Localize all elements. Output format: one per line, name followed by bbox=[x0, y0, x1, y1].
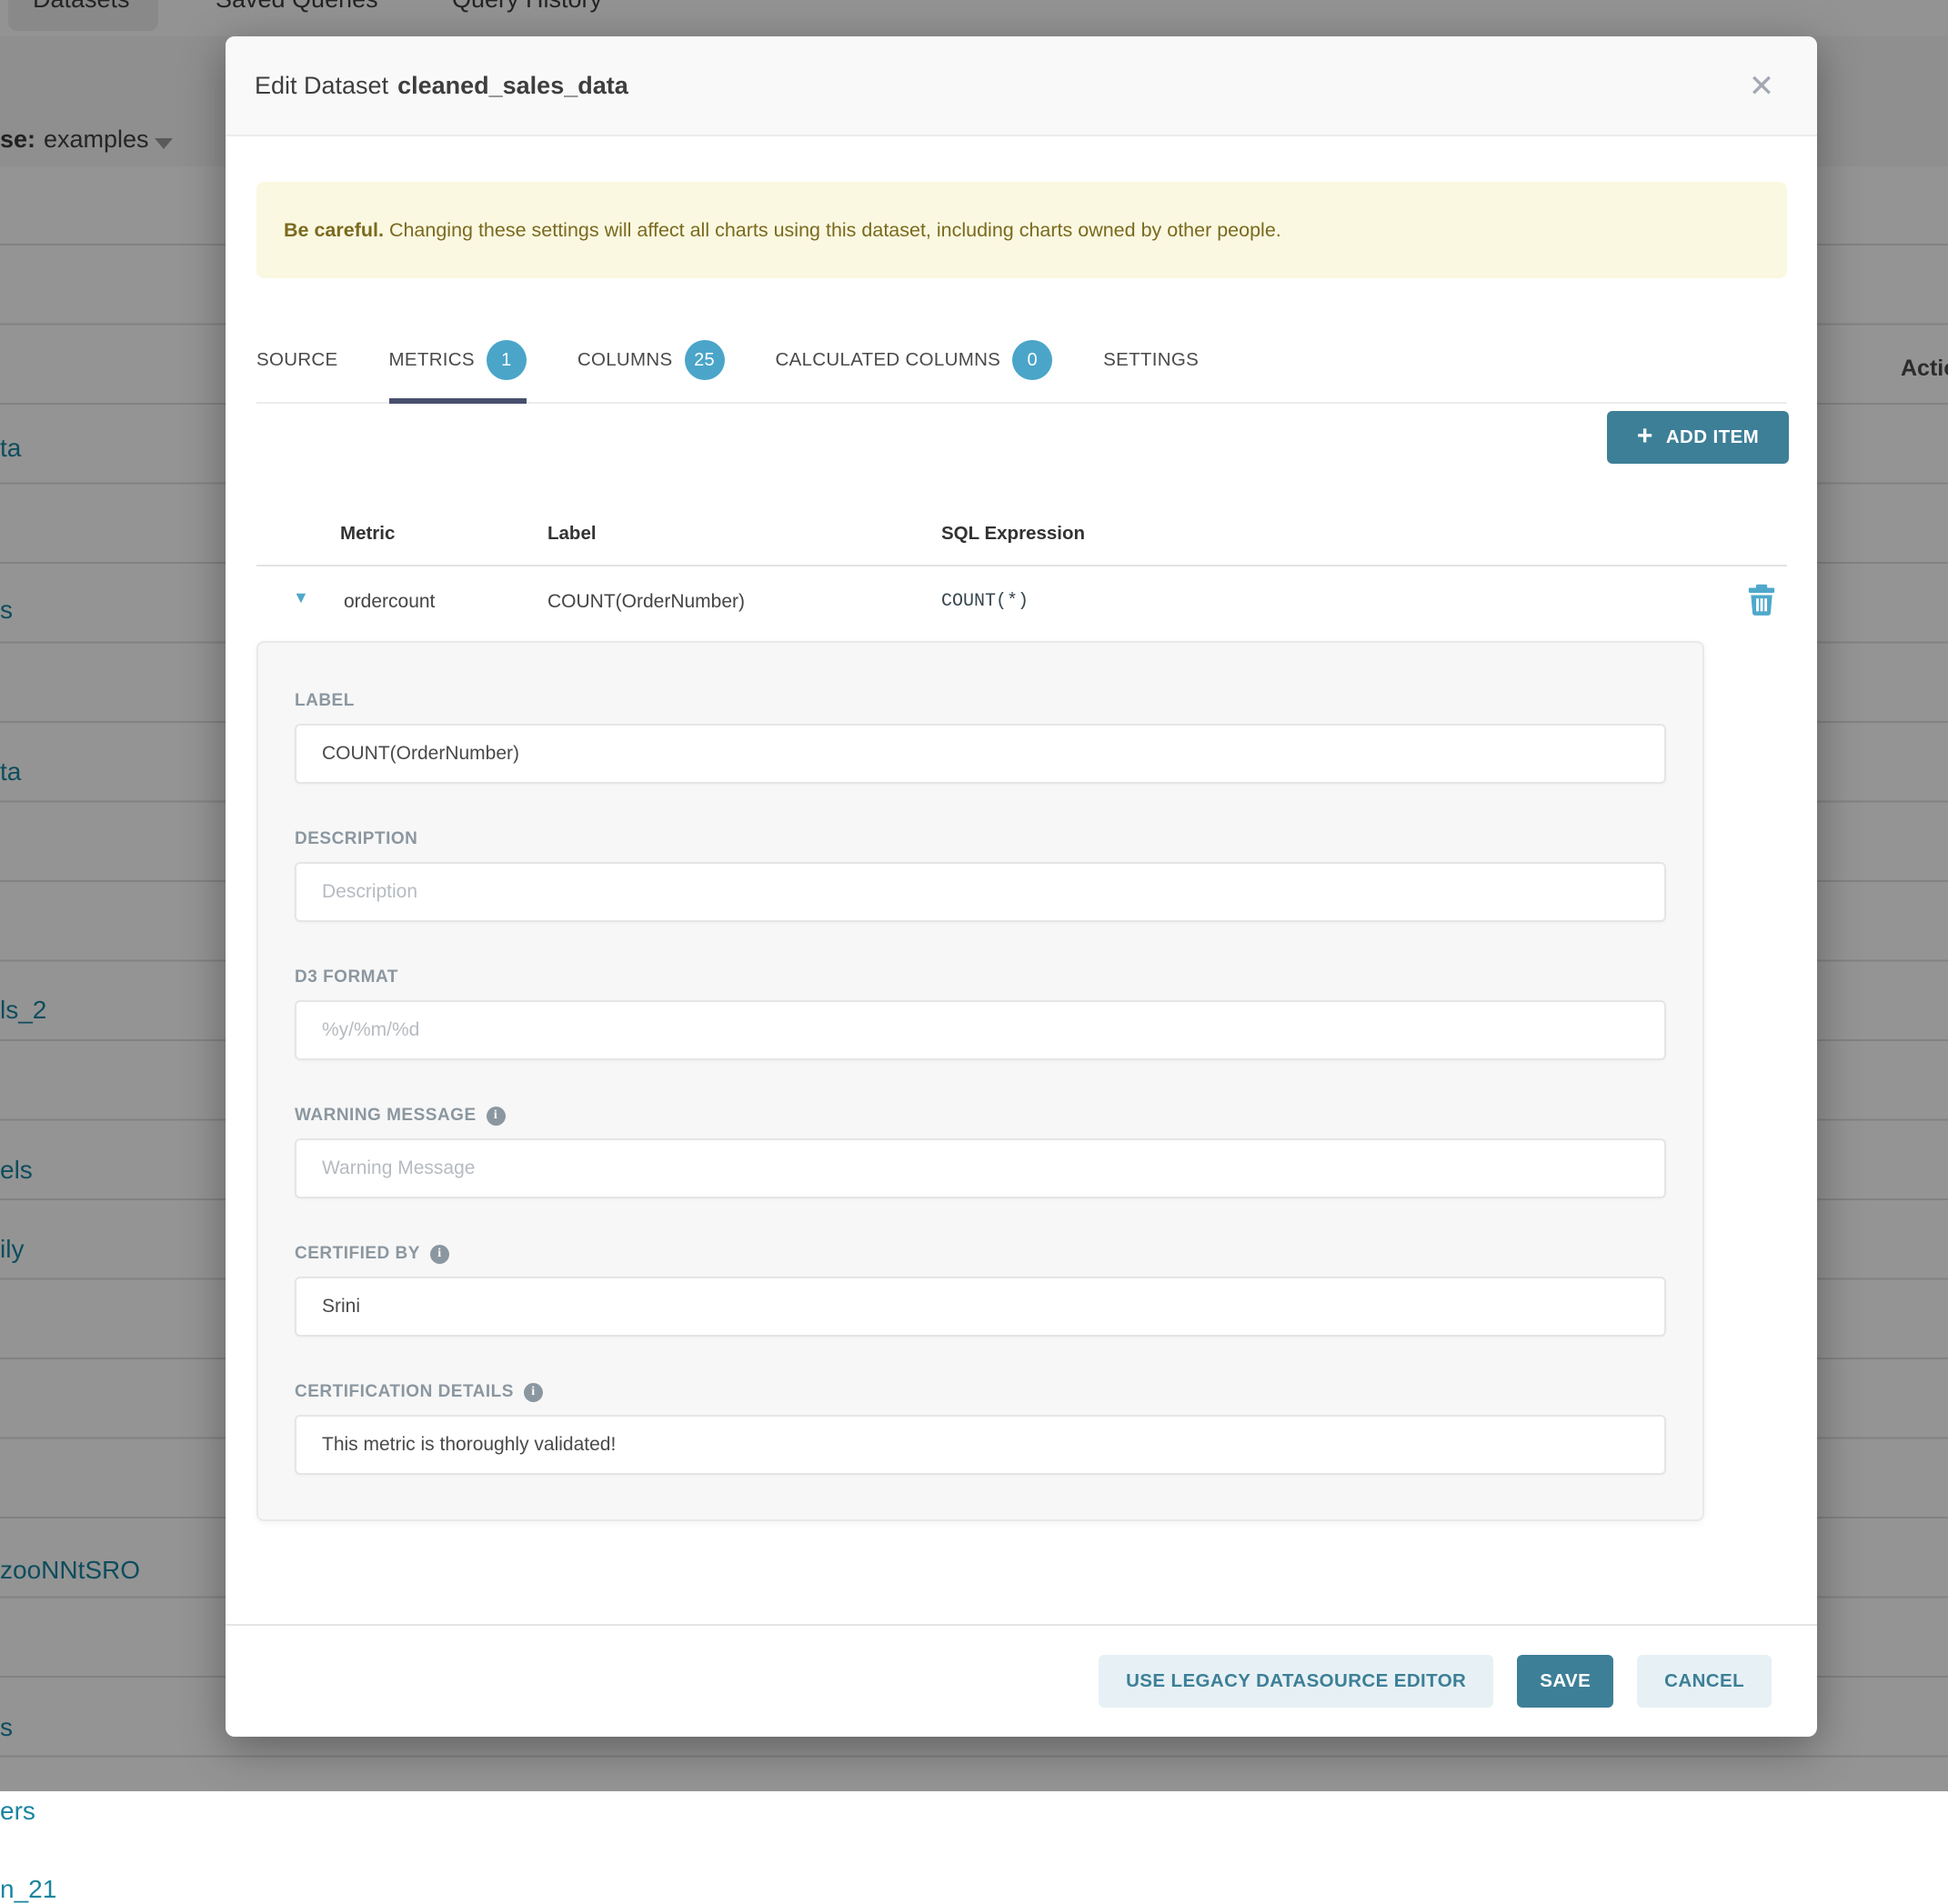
label-field-label: LABEL bbox=[295, 691, 1666, 711]
d3-format-input[interactable] bbox=[295, 1000, 1666, 1060]
info-icon[interactable]: i bbox=[524, 1383, 543, 1402]
collapse-caret-icon[interactable]: ▼ bbox=[293, 589, 309, 606]
description-input[interactable] bbox=[295, 862, 1666, 922]
field-description: DESCRIPTION bbox=[295, 829, 1666, 922]
field-label: LABEL bbox=[295, 691, 1666, 784]
metric-sql-expression: COUNT(*) bbox=[941, 591, 1029, 612]
d3-format-field-label-text: D3 FORMAT bbox=[295, 967, 398, 987]
field-warning-message: WARNING MESSAGE i bbox=[295, 1106, 1666, 1198]
info-icon[interactable]: i bbox=[487, 1107, 506, 1126]
add-item-button[interactable]: + ADD ITEM bbox=[1607, 411, 1789, 464]
warning-banner: Be careful. Changing these settings will… bbox=[256, 182, 1787, 278]
description-field-label: DESCRIPTION bbox=[295, 829, 1666, 849]
add-item-label: ADD ITEM bbox=[1666, 426, 1759, 448]
tab-source-label: SOURCE bbox=[256, 349, 338, 371]
warning-message-input[interactable] bbox=[295, 1138, 1666, 1198]
cancel-button[interactable]: CANCEL bbox=[1637, 1655, 1772, 1708]
warning-message-field-label: WARNING MESSAGE i bbox=[295, 1106, 1666, 1126]
metrics-count-badge: 1 bbox=[487, 340, 527, 380]
metrics-table-divider bbox=[256, 565, 1787, 566]
certified-by-field-label: CERTIFIED BY i bbox=[295, 1244, 1666, 1264]
warning-message-field-label-text: WARNING MESSAGE bbox=[295, 1106, 477, 1126]
calculated-columns-count-badge: 0 bbox=[1012, 340, 1052, 380]
certified-by-input[interactable] bbox=[295, 1277, 1666, 1337]
tab-columns[interactable]: COLUMNS 25 bbox=[577, 318, 725, 402]
dataset-link-fragment[interactable]: ers bbox=[0, 1797, 35, 1826]
close-icon[interactable]: ✕ bbox=[1730, 36, 1793, 136]
label-field-label-text: LABEL bbox=[295, 691, 355, 711]
use-legacy-datasource-editor-button[interactable]: USE LEGACY DATASOURCE EDITOR bbox=[1099, 1655, 1493, 1708]
certification-details-input[interactable] bbox=[295, 1415, 1666, 1475]
warning-banner-message: Changing these settings will affect all … bbox=[389, 219, 1281, 242]
metric-name: ordercount bbox=[344, 591, 435, 613]
label-input[interactable] bbox=[295, 724, 1666, 784]
tab-columns-label: COLUMNS bbox=[577, 349, 673, 371]
tab-metrics[interactable]: METRICS 1 bbox=[389, 318, 527, 402]
tab-settings[interactable]: SETTINGS bbox=[1103, 318, 1199, 402]
trash-icon[interactable] bbox=[1746, 584, 1777, 618]
field-certified-by: CERTIFIED BY i bbox=[295, 1244, 1666, 1337]
modal-title-dataset-name: cleaned_sales_data bbox=[397, 72, 628, 99]
modal-footer: USE LEGACY DATASOURCE EDITOR SAVE CANCEL bbox=[226, 1626, 1817, 1737]
tab-calculated-columns-label: CALCULATED COLUMNS bbox=[776, 349, 1001, 371]
plus-icon: + bbox=[1637, 423, 1653, 450]
description-field-label-text: DESCRIPTION bbox=[295, 829, 417, 849]
info-icon[interactable]: i bbox=[430, 1245, 449, 1264]
columns-count-badge: 25 bbox=[685, 340, 725, 380]
modal-title-prefix: Edit Dataset bbox=[255, 72, 388, 99]
tab-source[interactable]: SOURCE bbox=[256, 318, 338, 402]
certified-by-field-label-text: CERTIFIED BY bbox=[295, 1244, 420, 1264]
d3-format-field-label: D3 FORMAT bbox=[295, 967, 1666, 987]
modal-title: Edit Dataset cleaned_sales_data bbox=[255, 72, 628, 100]
certification-details-field-label-text: CERTIFICATION DETAILS bbox=[295, 1382, 514, 1402]
dataset-link-fragment[interactable]: n_21 bbox=[0, 1875, 56, 1904]
metrics-column-header-sql: SQL Expression bbox=[941, 523, 1085, 545]
metrics-column-header-label: Label bbox=[547, 523, 597, 545]
modal-header: Edit Dataset cleaned_sales_data ✕ bbox=[226, 36, 1817, 136]
metric-label: COUNT(OrderNumber) bbox=[547, 591, 745, 613]
tab-metrics-label: METRICS bbox=[389, 349, 475, 371]
field-d3-format: D3 FORMAT bbox=[295, 967, 1666, 1060]
warning-banner-emphasis: Be careful. bbox=[284, 219, 384, 242]
metric-detail-panel: LABEL DESCRIPTION D3 FORMAT WARNING MESS… bbox=[256, 641, 1704, 1521]
tab-settings-label: SETTINGS bbox=[1103, 349, 1199, 371]
tab-calculated-columns[interactable]: CALCULATED COLUMNS 0 bbox=[776, 318, 1053, 402]
certification-details-field-label: CERTIFICATION DETAILS i bbox=[295, 1382, 1666, 1402]
dataset-editor-tabs: SOURCE METRICS 1 COLUMNS 25 CALCULATED C… bbox=[256, 318, 1787, 404]
metrics-column-header-metric: Metric bbox=[340, 523, 395, 545]
edit-dataset-modal: Edit Dataset cleaned_sales_data ✕ Be care… bbox=[226, 36, 1817, 1737]
save-button[interactable]: SAVE bbox=[1517, 1655, 1613, 1708]
field-certification-details: CERTIFICATION DETAILS i bbox=[295, 1382, 1666, 1475]
